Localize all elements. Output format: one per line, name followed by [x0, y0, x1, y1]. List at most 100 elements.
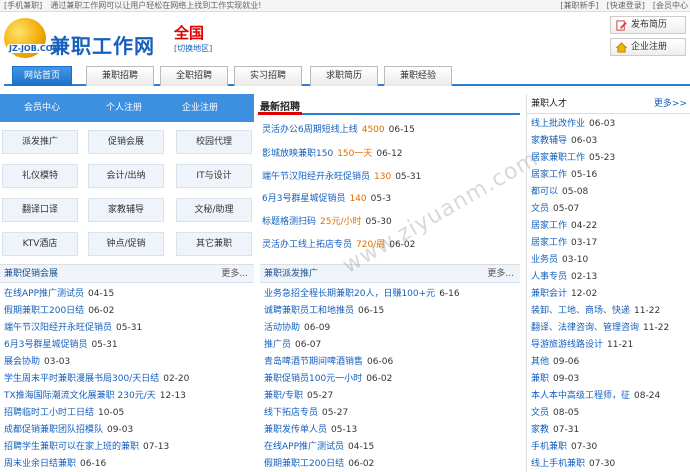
- list-item[interactable]: 家教辅导 06-03: [531, 133, 690, 149]
- list-item[interactable]: 周末业余日结兼职 06-16: [4, 456, 254, 472]
- tab-internship[interactable]: 实习招聘: [234, 66, 302, 86]
- list-item[interactable]: 其他 09-06: [531, 354, 690, 370]
- list-item[interactable]: 6月3号群星城促销员 05-31: [4, 337, 254, 353]
- promo-section-title: 兼职促销会展: [4, 269, 59, 279]
- list-item[interactable]: 兼职发传单人员 05-13: [264, 422, 520, 438]
- list-item[interactable]: 兼职促销员100元一小时 06-02: [264, 371, 520, 387]
- promo-more-link[interactable]: 更多...: [221, 265, 248, 283]
- list-item[interactable]: 人事专员 02-13: [531, 269, 690, 285]
- category-button[interactable]: 促销会展: [88, 130, 164, 154]
- talent-panel-title: 兼职人才: [531, 99, 568, 109]
- category-button[interactable]: 其它兼职: [176, 232, 252, 256]
- top-bar-slogan: [手机兼职] 通过兼职工作网可以让用户轻松在网络上找到工作实现就业!: [4, 1, 262, 10]
- job-row[interactable]: 标题格测扫码 25元/小时 05-30: [262, 214, 520, 230]
- list-item[interactable]: 居家工作 03-17: [531, 235, 690, 251]
- member-center-link[interactable]: 会员中心: [24, 94, 60, 122]
- company-register-label: 企业注册: [631, 42, 668, 52]
- logo-wordmark: 兼职工作网: [50, 34, 155, 58]
- tab-experience[interactable]: 兼职经验: [384, 66, 452, 86]
- list-item[interactable]: 导游旅游线路设计 11-21: [531, 337, 690, 353]
- list-item[interactable]: 兼职会计 12-02: [531, 286, 690, 302]
- list-item[interactable]: 装卸、工地、商场、快递 11-22: [531, 303, 690, 319]
- category-button[interactable]: KTV酒店: [2, 232, 78, 256]
- list-item[interactable]: 兼职/专职 05-27: [264, 388, 520, 404]
- job-row[interactable]: 6月3号群星城促销员 140 05-3: [262, 191, 520, 207]
- list-item[interactable]: 诚聘兼职员工和地推员 06-15: [264, 303, 520, 319]
- publish-resume-button[interactable]: 发布简历: [610, 16, 686, 34]
- current-city: 全国: [174, 24, 205, 42]
- list-item[interactable]: 学生周末平时兼职漫展书局300/天日结 02-20: [4, 371, 254, 387]
- talent-panel-header: 兼职人才 更多>>: [527, 94, 690, 114]
- dispatch-more-link[interactable]: 更多...: [487, 265, 514, 283]
- switch-region-link[interactable]: [切换地区]: [174, 43, 212, 54]
- list-item[interactable]: 假期兼职工200日结 06-02: [264, 456, 520, 472]
- publish-resume-label: 发布简历: [631, 20, 668, 30]
- list-item[interactable]: 翻译、法律咨询、管理咨询 11-22: [531, 320, 690, 336]
- dispatch-section-header: 兼职派发推广 更多...: [260, 265, 520, 283]
- list-item[interactable]: 业务急招全程长期兼职20人，日赚100+元 6-16: [264, 286, 520, 302]
- category-button[interactable]: 礼仪模特: [2, 164, 78, 188]
- category-button[interactable]: 翻译口译: [2, 198, 78, 222]
- list-item[interactable]: 手机兼职 07-30: [531, 439, 690, 455]
- promo-section-header: 兼职促销会展 更多...: [0, 265, 254, 283]
- company-register-link[interactable]: 企业注册: [182, 94, 218, 122]
- main-nav: 网站首页 兼职招聘 全职招聘 实习招聘 求职简历 兼职经验: [4, 64, 690, 86]
- list-item[interactable]: 青岛啤酒节期间啤酒销售 06-06: [264, 354, 520, 370]
- tab-part-time[interactable]: 兼职招聘: [86, 66, 154, 86]
- company-register-button[interactable]: 企业注册: [610, 38, 686, 56]
- job-row[interactable]: 灵活办工线上拓店专员 720/周 06-02: [262, 237, 520, 253]
- category-button[interactable]: 家教辅导: [88, 198, 164, 222]
- category-button[interactable]: 文秘/助理: [176, 198, 252, 222]
- site-logo[interactable]: JZ-JOB.COM 兼职工作网: [4, 16, 154, 60]
- top-bar: [手机兼职] 通过兼职工作网可以让用户轻松在网络上找到工作实现就业! [兼职新手…: [0, 0, 690, 12]
- tab-full-time[interactable]: 全职招聘: [160, 66, 228, 86]
- logo-badge-icon: JZ-JOB.COM: [4, 18, 63, 58]
- list-item[interactable]: TX推海国际潮流文化展兼职 230元/天 12-13: [4, 388, 254, 404]
- list-item[interactable]: 居家工作 04-22: [531, 218, 690, 234]
- dispatch-section-title: 兼职派发推广: [264, 269, 319, 279]
- category-button[interactable]: 钟点/促销: [88, 232, 164, 256]
- list-item[interactable]: 居家兼职工作 05-23: [531, 150, 690, 166]
- category-button[interactable]: 会计/出纳: [88, 164, 164, 188]
- personal-register-link[interactable]: 个人注册: [106, 94, 142, 122]
- tab-home[interactable]: 网站首页: [12, 66, 72, 86]
- list-item[interactable]: 成都促销兼职团队招模队 09-03: [4, 422, 254, 438]
- talent-more-link[interactable]: 更多>>: [654, 94, 687, 114]
- edit-icon: [616, 20, 627, 31]
- job-row[interactable]: 灵活办公6周期短线上线 4500 06-15: [262, 122, 520, 138]
- list-item[interactable]: 线下拓店专员 05-27: [264, 405, 520, 421]
- list-item[interactable]: 文员 05-07: [531, 201, 690, 217]
- talent-panel: 兼职人才 更多>> 线上批改作业 06-03 家教辅导 06-03 居家兼职工作 05…: [526, 94, 690, 472]
- latest-jobs-underline: [258, 112, 520, 115]
- job-row[interactable]: 端午节汉阳经开永旺促销员 130 05-31: [262, 169, 520, 185]
- list-item[interactable]: 都可以 05-08: [531, 184, 690, 200]
- list-item[interactable]: 假期兼职工200日结 06-02: [4, 303, 254, 319]
- list-item[interactable]: 线上手机兼职 07-30: [531, 456, 690, 472]
- list-item[interactable]: 招聘学生兼职可以在家上班的兼职 07-13: [4, 439, 254, 455]
- tab-resumes[interactable]: 求职简历: [310, 66, 378, 86]
- list-item[interactable]: 端午节汉阳经开永旺促销员 05-31: [4, 320, 254, 336]
- list-item[interactable]: 线上批改作业 06-03: [531, 116, 690, 132]
- member-links: 会员中心 个人注册 企业注册: [0, 94, 254, 122]
- top-bar-links[interactable]: [兼职新手] [快速登录] [会员中心: [560, 0, 688, 11]
- list-item[interactable]: 本人本中高级工程师，征 08-24: [531, 388, 690, 404]
- category-button[interactable]: 派发推广: [2, 130, 78, 154]
- list-item[interactable]: 在线APP推广测试员 04-15: [4, 286, 254, 302]
- list-item[interactable]: 居家工作 05-16: [531, 167, 690, 183]
- latest-jobs-panel: 最新招聘 灵活办公6周期短线上线 4500 06-15 影城放映兼职150 150一天…: [258, 94, 520, 260]
- dispatch-section: 兼职派发推广 更多... 业务急招全程长期兼职20人，日赚100+元 6-16 诚…: [260, 264, 520, 472]
- promo-section: 兼职促销会展 更多... 在线APP推广测试员 04-15 假期兼职工200日结 0…: [0, 264, 254, 472]
- list-item[interactable]: 业务员 03-10: [531, 252, 690, 268]
- latest-jobs-title: 最新招聘: [260, 102, 300, 113]
- list-item[interactable]: 在线APP推广测试员 04-15: [264, 439, 520, 455]
- list-item[interactable]: 家教 07-31: [531, 422, 690, 438]
- category-button[interactable]: IT与设计: [176, 164, 252, 188]
- list-item[interactable]: 文员 08-05: [531, 405, 690, 421]
- list-item[interactable]: 招聘临时工小时工日结 10-05: [4, 405, 254, 421]
- list-item[interactable]: 推广员 06-07: [264, 337, 520, 353]
- list-item[interactable]: 兼职 09-03: [531, 371, 690, 387]
- job-row[interactable]: 影城放映兼职150 150一天 06-12: [262, 146, 520, 162]
- list-item[interactable]: 活动协助 06-09: [264, 320, 520, 336]
- category-button[interactable]: 校园代理: [176, 130, 252, 154]
- list-item[interactable]: 展会协助 03-03: [4, 354, 254, 370]
